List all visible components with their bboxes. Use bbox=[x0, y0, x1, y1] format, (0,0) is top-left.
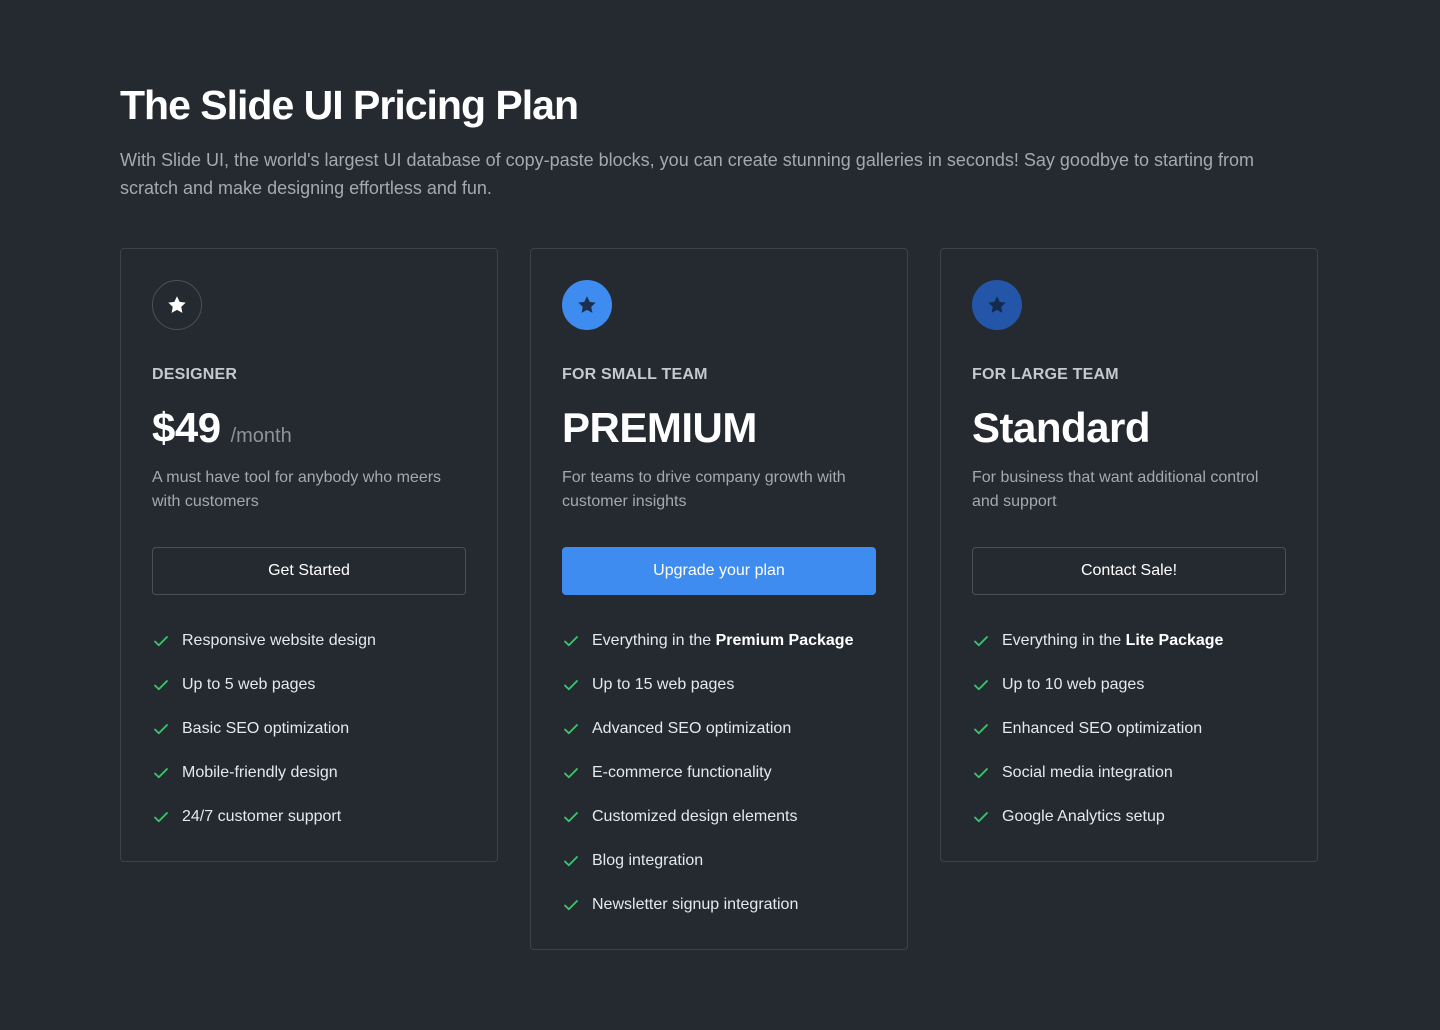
feature-list: Responsive website design Up to 5 web pa… bbox=[152, 619, 466, 839]
plan-name-row: PREMIUM bbox=[562, 402, 876, 454]
check-icon bbox=[564, 768, 578, 779]
feature-label: Advanced SEO optimization bbox=[592, 720, 792, 737]
check-icon bbox=[154, 812, 168, 823]
feature-label-prefix: Everything in the bbox=[592, 632, 716, 649]
feature-label: Up to 5 web pages bbox=[182, 676, 316, 693]
pricing-cards: DESIGNER $49 /month A must have tool for… bbox=[120, 248, 1318, 950]
pricing-card-designer: DESIGNER $49 /month A must have tool for… bbox=[120, 248, 498, 862]
check-icon bbox=[564, 636, 578, 647]
feature-label-bold: Premium Package bbox=[715, 632, 854, 649]
star-icon bbox=[168, 296, 186, 313]
check-icon bbox=[974, 812, 988, 823]
check-icon bbox=[974, 724, 988, 735]
feature-label: E-commerce functionality bbox=[592, 764, 772, 781]
feature-label: Up to 10 web pages bbox=[1002, 676, 1145, 693]
feature-item: E-commerce functionality bbox=[562, 751, 876, 795]
feature-item: Newsletter signup integration bbox=[562, 883, 876, 927]
feature-list: Everything in the Premium Package Up to … bbox=[562, 619, 876, 927]
feature-item: 24/7 customer support bbox=[152, 795, 466, 839]
check-icon bbox=[564, 856, 578, 867]
pricing-card-standard: FOR LARGE TEAM Standard For business tha… bbox=[940, 248, 1318, 862]
feature-item: Basic SEO optimization bbox=[152, 707, 466, 751]
check-icon bbox=[974, 768, 988, 779]
contact-sale-button[interactable]: Contact Sale! bbox=[972, 547, 1286, 595]
upgrade-plan-button[interactable]: Upgrade your plan bbox=[562, 547, 876, 595]
plan-icon-badge bbox=[972, 280, 1022, 330]
feature-label: Everything in the Lite Package bbox=[1002, 632, 1223, 650]
plan-name: PREMIUM bbox=[562, 404, 757, 451]
star-icon bbox=[578, 296, 596, 313]
feature-label: Enhanced SEO optimization bbox=[1002, 720, 1203, 737]
check-icon bbox=[154, 636, 168, 647]
get-started-button[interactable]: Get Started bbox=[152, 547, 466, 595]
feature-item: Everything in the Lite Package bbox=[972, 619, 1286, 663]
feature-label: 24/7 customer support bbox=[182, 808, 342, 825]
feature-label: Responsive website design bbox=[182, 632, 376, 649]
plan-description: For teams to drive company growth with c… bbox=[562, 469, 846, 510]
check-icon bbox=[564, 812, 578, 823]
plan-description: A must have tool for anybody who meers w… bbox=[152, 469, 442, 510]
plan-description: For business that want additional contro… bbox=[972, 469, 1259, 510]
feature-item: Up to 5 web pages bbox=[152, 663, 466, 707]
check-icon bbox=[564, 724, 578, 735]
plan-price: $49 bbox=[152, 404, 221, 451]
feature-item: Everything in the Premium Package bbox=[562, 619, 876, 663]
pricing-card-premium: FOR SMALL TEAM PREMIUM For teams to driv… bbox=[530, 248, 908, 950]
check-icon bbox=[154, 768, 168, 779]
feature-label: Basic SEO optimization bbox=[182, 720, 350, 737]
plan-price-row: $49 /month bbox=[152, 402, 466, 454]
feature-label: Google Analytics setup bbox=[1002, 808, 1165, 825]
feature-label: Customized design elements bbox=[592, 808, 798, 825]
check-icon bbox=[564, 680, 578, 691]
feature-item: Blog integration bbox=[562, 839, 876, 883]
plan-icon-badge bbox=[562, 280, 612, 330]
feature-item: Responsive website design bbox=[152, 619, 466, 663]
feature-label: Social media integration bbox=[1002, 764, 1173, 781]
feature-item: Customized design elements bbox=[562, 795, 876, 839]
check-icon bbox=[974, 636, 988, 647]
page-subtitle: With Slide UI, the world's largest UI da… bbox=[120, 150, 1255, 198]
plan-period: /month bbox=[230, 425, 292, 447]
check-icon bbox=[154, 724, 168, 735]
page-title: The Slide UI Pricing Plan bbox=[120, 82, 579, 128]
feature-item: Enhanced SEO optimization bbox=[972, 707, 1286, 751]
plan-tier: FOR SMALL TEAM bbox=[562, 366, 708, 383]
pricing-page: The Slide UI Pricing Plan With Slide UI,… bbox=[0, 0, 1440, 1030]
feature-label-prefix: Everything in the bbox=[1002, 632, 1126, 649]
plan-name-row: Standard bbox=[972, 402, 1286, 454]
check-icon bbox=[564, 900, 578, 911]
feature-label: Up to 15 web pages bbox=[592, 676, 735, 693]
feature-item: Up to 15 web pages bbox=[562, 663, 876, 707]
feature-label: Mobile-friendly design bbox=[182, 764, 338, 781]
check-icon bbox=[974, 680, 988, 691]
plan-tier: DESIGNER bbox=[152, 366, 238, 383]
check-icon bbox=[154, 680, 168, 691]
feature-item: Google Analytics setup bbox=[972, 795, 1286, 839]
plan-tier: FOR LARGE TEAM bbox=[972, 366, 1119, 383]
plan-name: Standard bbox=[972, 404, 1151, 451]
feature-label-bold: Lite Package bbox=[1125, 632, 1224, 649]
feature-item: Up to 10 web pages bbox=[972, 663, 1286, 707]
feature-label: Newsletter signup integration bbox=[592, 896, 799, 913]
feature-label: Everything in the Premium Package bbox=[592, 632, 853, 650]
feature-item: Mobile-friendly design bbox=[152, 751, 466, 795]
feature-label: Blog integration bbox=[592, 852, 704, 869]
feature-list: Everything in the Lite Package Up to 10 … bbox=[972, 619, 1286, 839]
star-icon bbox=[988, 296, 1006, 313]
feature-item: Social media integration bbox=[972, 751, 1286, 795]
feature-item: Advanced SEO optimization bbox=[562, 707, 876, 751]
plan-icon-badge bbox=[152, 280, 202, 330]
